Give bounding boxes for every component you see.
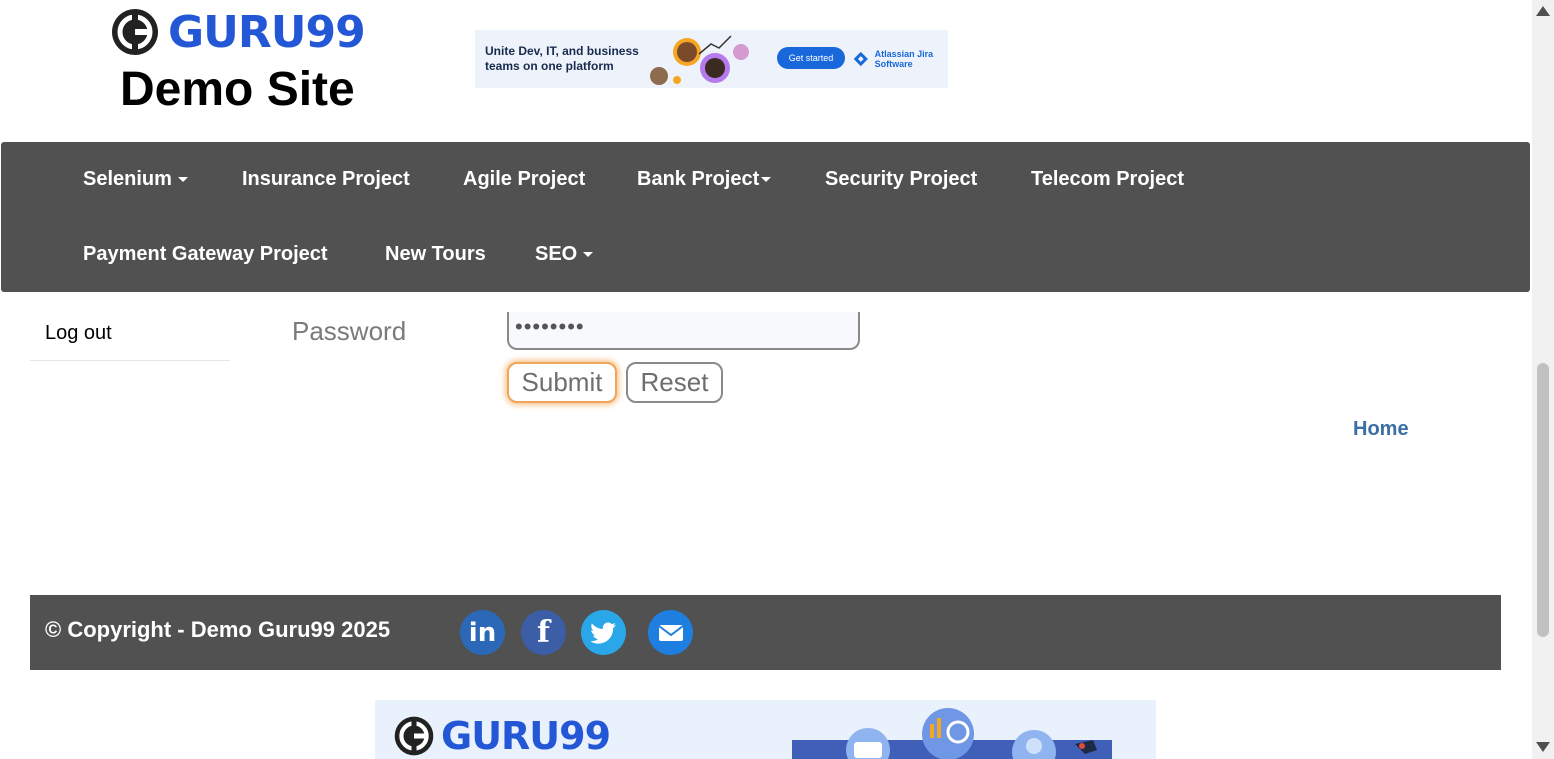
nav-item-selenium[interactable]: Selenium bbox=[83, 168, 188, 191]
nav-item-payment-gateway-project[interactable]: Payment Gateway Project bbox=[83, 243, 328, 266]
nav-item-label: Insurance Project bbox=[242, 168, 410, 190]
nav-item-label: SEO bbox=[535, 243, 578, 265]
bottom-banner-logo: GURU99 bbox=[393, 714, 611, 758]
get-started-button[interactable]: Get started bbox=[777, 47, 845, 69]
reset-button[interactable]: Reset bbox=[626, 362, 723, 403]
guru99-logo-icon bbox=[394, 716, 434, 756]
email-icon[interactable] bbox=[648, 610, 693, 655]
scroll-up-arrow-icon[interactable] bbox=[1536, 6, 1550, 16]
caret-down-icon bbox=[761, 177, 772, 183]
scroll-down-arrow-icon[interactable] bbox=[1536, 742, 1550, 752]
bottom-ad-banner[interactable]: GURU99 bbox=[375, 700, 1156, 759]
nav-item-security-project[interactable]: Security Project bbox=[825, 168, 977, 191]
page: GURU99 Demo Site Unite Dev, IT, and busi… bbox=[0, 0, 1554, 759]
twitter-icon[interactable] bbox=[581, 610, 626, 655]
main-nav: Selenium Insurance Project Agile Project… bbox=[1, 142, 1530, 292]
analytics-illustration bbox=[792, 708, 1112, 759]
linkedin-icon[interactable]: in bbox=[460, 610, 505, 655]
password-field[interactable]: •••••••• bbox=[507, 312, 860, 350]
submit-button[interactable]: Submit bbox=[507, 362, 617, 403]
bottom-banner-logo-text: GURU99 bbox=[441, 714, 611, 758]
nav-item-label: Security Project bbox=[825, 168, 978, 190]
ad-people-illustration bbox=[650, 35, 749, 85]
nav-item-telecom-project[interactable]: Telecom Project bbox=[1031, 168, 1184, 191]
scrollbar-thumb[interactable] bbox=[1537, 363, 1549, 637]
envelope-icon bbox=[657, 624, 684, 641]
nav-item-label: Bank Project bbox=[637, 168, 760, 190]
home-link[interactable]: Home bbox=[1353, 418, 1409, 441]
logo-text: GURU99 bbox=[168, 6, 366, 58]
nav-item-seo[interactable]: SEO bbox=[535, 243, 594, 266]
facebook-icon[interactable]: f bbox=[521, 610, 566, 655]
guru99-logo[interactable]: GURU99 bbox=[110, 6, 370, 58]
copyright-text: © Copyright - Demo Guru99 2025 bbox=[45, 617, 391, 642]
nav-item-label: Selenium bbox=[83, 168, 172, 190]
vertical-scrollbar[interactable] bbox=[1532, 0, 1554, 759]
nav-item-insurance-project[interactable]: Insurance Project bbox=[242, 168, 410, 191]
nav-item-new-tours[interactable]: New Tours bbox=[385, 243, 486, 266]
nav-item-label: New Tours bbox=[385, 243, 486, 265]
sidebar-item-logout[interactable]: Log out bbox=[30, 316, 230, 361]
ad-banner[interactable]: Unite Dev, IT, and business teams on one… bbox=[475, 30, 948, 88]
sidebar-item-label: Log out bbox=[45, 322, 112, 344]
jira-diamond-icon bbox=[853, 51, 868, 67]
caret-down-icon bbox=[583, 252, 594, 258]
twitter-bird-icon bbox=[590, 622, 616, 644]
nav-item-bank-project[interactable]: Bank Project bbox=[637, 168, 772, 191]
caret-down-icon bbox=[177, 177, 188, 183]
site-title: Demo Site bbox=[120, 63, 355, 116]
atlassian-brand-text: Atlassian Jira Software bbox=[874, 49, 934, 69]
nav-item-label: Payment Gateway Project bbox=[83, 243, 328, 265]
nav-item-label: Telecom Project bbox=[1031, 168, 1185, 190]
password-label: Password bbox=[292, 316, 407, 346]
atlassian-brand: Atlassian Jira Software bbox=[853, 44, 945, 74]
footer: © Copyright - Demo Guru99 2025 in f bbox=[30, 595, 1501, 670]
ad-banner-text: Unite Dev, IT, and business teams on one… bbox=[485, 44, 639, 73]
nav-item-agile-project[interactable]: Agile Project bbox=[463, 168, 585, 191]
guru99-logo-icon bbox=[112, 9, 158, 55]
nav-item-label: Agile Project bbox=[463, 168, 586, 190]
